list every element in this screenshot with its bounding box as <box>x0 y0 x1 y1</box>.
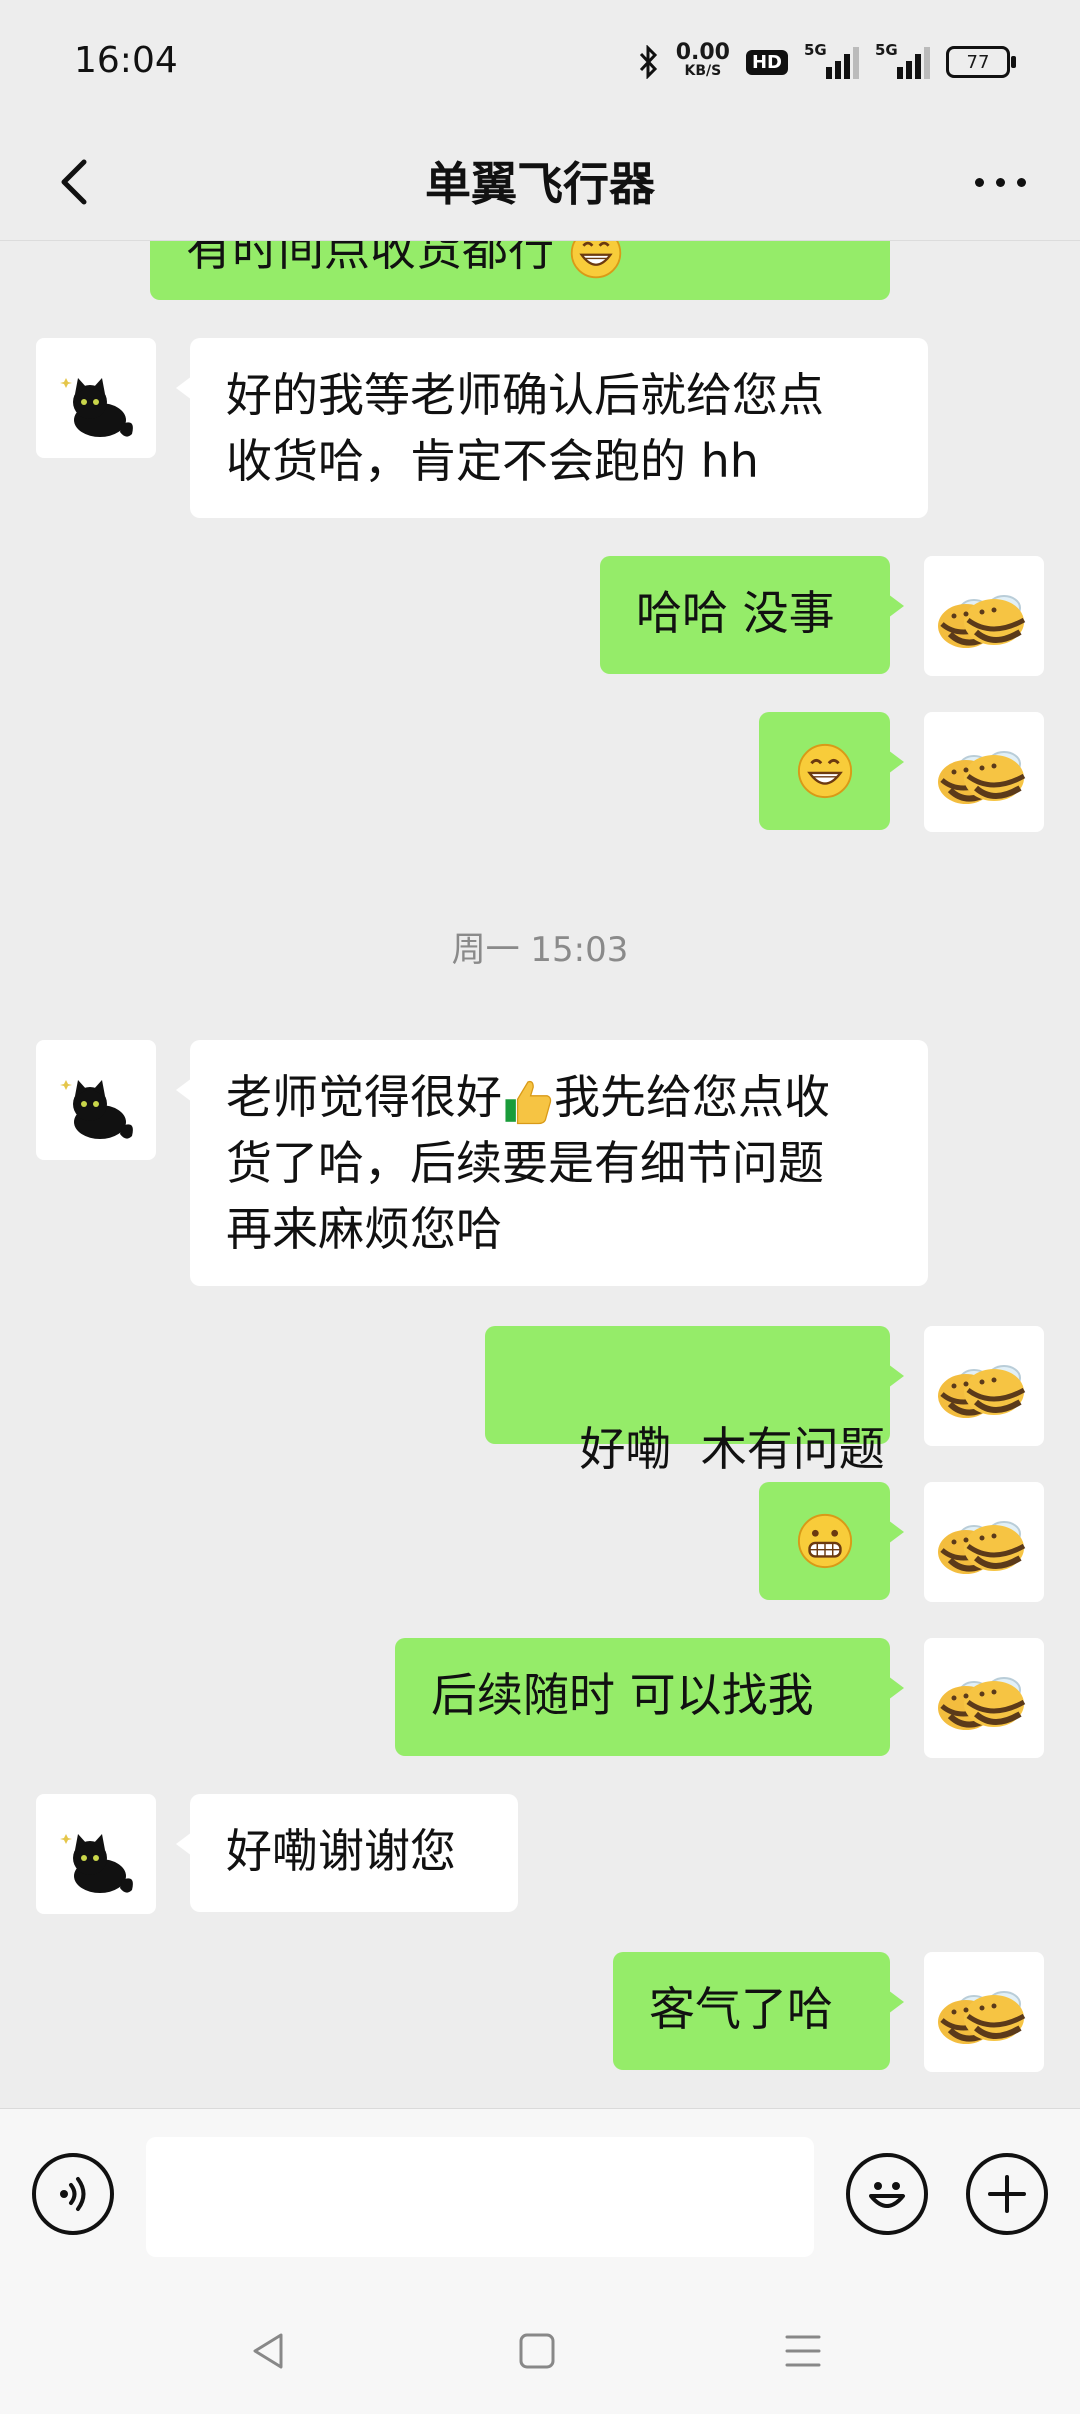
status-bar: 16:04 0.00 KB/S HD 5G 5G 77 <box>0 0 1080 128</box>
more-dot-1 <box>974 177 984 187</box>
nav-home-button[interactable] <box>502 2318 572 2384</box>
status-icons: 0.00 KB/S HD 5G 5G 77 <box>638 40 1016 84</box>
hd-badge: HD <box>745 49 788 75</box>
message-text: 我先给您点收 <box>554 1070 830 1124</box>
nav-menu-button[interactable] <box>768 2318 838 2384</box>
message-text-line: 收货哈，肯定不会跑的 hh <box>226 434 759 488</box>
message-outgoing[interactable]: 有时间点收货都行 <box>150 240 890 300</box>
signal-icon-1: 5G <box>804 41 859 79</box>
message-outgoing-emoji[interactable] <box>759 712 904 830</box>
message-incoming[interactable]: 好的我等老师确认后就给您点 收货哈，肯定不会跑的 hh <box>176 338 928 518</box>
bee-avatar-icon <box>924 712 1044 832</box>
back-button[interactable] <box>40 146 112 218</box>
bee-avatar-icon <box>924 1638 1044 1758</box>
bee-avatar-icon <box>924 1482 1044 1602</box>
message-text-line: 老师觉得很好 我先给您点收 <box>226 1064 892 1130</box>
more-dot-3 <box>1016 177 1026 187</box>
message-input[interactable] <box>146 2137 814 2257</box>
message-text: 好嘞 木有问题 <box>579 1422 885 1476</box>
my-avatar[interactable] <box>924 1952 1044 2072</box>
message-outgoing[interactable]: 哈哈 没事 <box>600 556 904 674</box>
message-text: 好嘞谢谢您 <box>226 1824 456 1878</box>
my-avatar[interactable] <box>924 1326 1044 1446</box>
network-speed-unit: KB/S <box>684 63 722 79</box>
thumbs-up-icon <box>502 1075 554 1127</box>
message-text-line: 再来麻烦您哈 <box>226 1202 502 1256</box>
message-text: 哈哈 没事 <box>636 586 835 640</box>
grin-icon <box>796 742 854 800</box>
cat-avatar-icon <box>36 1040 156 1160</box>
signal-icon-2: 5G <box>875 41 930 79</box>
cat-avatar-icon <box>36 338 156 458</box>
more-button[interactable] <box>960 146 1040 218</box>
system-nav-bar <box>0 2288 1080 2414</box>
message-text: 后续随时 可以找我 <box>431 1668 814 1722</box>
message-outgoing-emoji[interactable] <box>759 1482 904 1600</box>
message-outgoing[interactable]: 好嘞 木有问题 <box>485 1326 904 1476</box>
my-avatar[interactable] <box>924 1638 1044 1758</box>
chat-title: 单翼飞行器 <box>425 157 655 211</box>
battery-level: 77 <box>966 51 990 73</box>
signal-label-2: 5G <box>875 41 898 59</box>
nav-back-button[interactable] <box>234 2318 304 2384</box>
contact-avatar[interactable] <box>36 1794 156 1914</box>
voice-icon <box>60 2177 86 2211</box>
status-time: 16:04 <box>74 40 178 81</box>
message-text: 老师觉得很好 <box>226 1070 502 1124</box>
plus-button[interactable] <box>966 2153 1048 2235</box>
message-text-line: 好的我等老师确认后就给您点 <box>226 368 824 422</box>
nav-home-icon <box>519 2333 555 2369</box>
bee-avatar-icon <box>924 556 1044 676</box>
input-bar <box>0 2108 1080 2289</box>
network-speed: 0.00 KB/S <box>675 40 730 80</box>
bee-avatar-icon <box>924 1952 1044 2072</box>
signal-label-1: 5G <box>804 41 827 59</box>
message-text-line: 货了哈，后续要是有细节问题 <box>226 1136 824 1190</box>
nav-back-icon <box>253 2333 283 2369</box>
contact-avatar[interactable] <box>36 338 156 458</box>
chat-header: 单翼飞行器 <box>0 128 1080 241</box>
message-incoming[interactable]: 老师觉得很好 我先给您点收 货了哈，后续要是有细节问题 再来麻烦您哈 <box>176 1040 928 1286</box>
chevron-left-icon <box>61 159 87 205</box>
more-dot-2 <box>995 177 1005 187</box>
message-timestamp: 周一 15:03 <box>451 930 629 970</box>
my-avatar[interactable] <box>924 712 1044 832</box>
network-speed-value: 0.00 <box>675 40 730 65</box>
contact-avatar[interactable] <box>36 1040 156 1160</box>
bluetooth-icon <box>639 45 657 79</box>
my-avatar[interactable] <box>924 1482 1044 1602</box>
plus-icon <box>988 2175 1026 2213</box>
grin-teeth-icon <box>796 1512 854 1570</box>
message-outgoing[interactable]: 客气了哈 <box>613 1952 904 2070</box>
voice-button[interactable] <box>32 2153 114 2235</box>
bee-avatar-icon <box>924 1326 1044 1446</box>
emoji-button[interactable] <box>846 2153 928 2235</box>
message-list[interactable]: 有时间点收货都行 好的我等老师确认后就给您点 收货哈，肯定不会跑的 hh 哈哈 … <box>0 240 1080 2108</box>
message-text: 客气了哈 <box>649 1982 833 2036</box>
emoji-icon <box>869 2182 905 2208</box>
my-avatar[interactable] <box>924 556 1044 676</box>
message-text: 有时间点收货都行 <box>186 240 554 276</box>
message-incoming[interactable]: 好嘞谢谢您 <box>176 1794 518 1912</box>
battery-icon: 77 <box>946 46 1016 78</box>
nav-menu-icon <box>785 2335 821 2367</box>
grin-icon <box>569 240 623 280</box>
cat-avatar-icon <box>36 1794 156 1914</box>
message-outgoing[interactable]: 后续随时 可以找我 <box>395 1638 904 1756</box>
